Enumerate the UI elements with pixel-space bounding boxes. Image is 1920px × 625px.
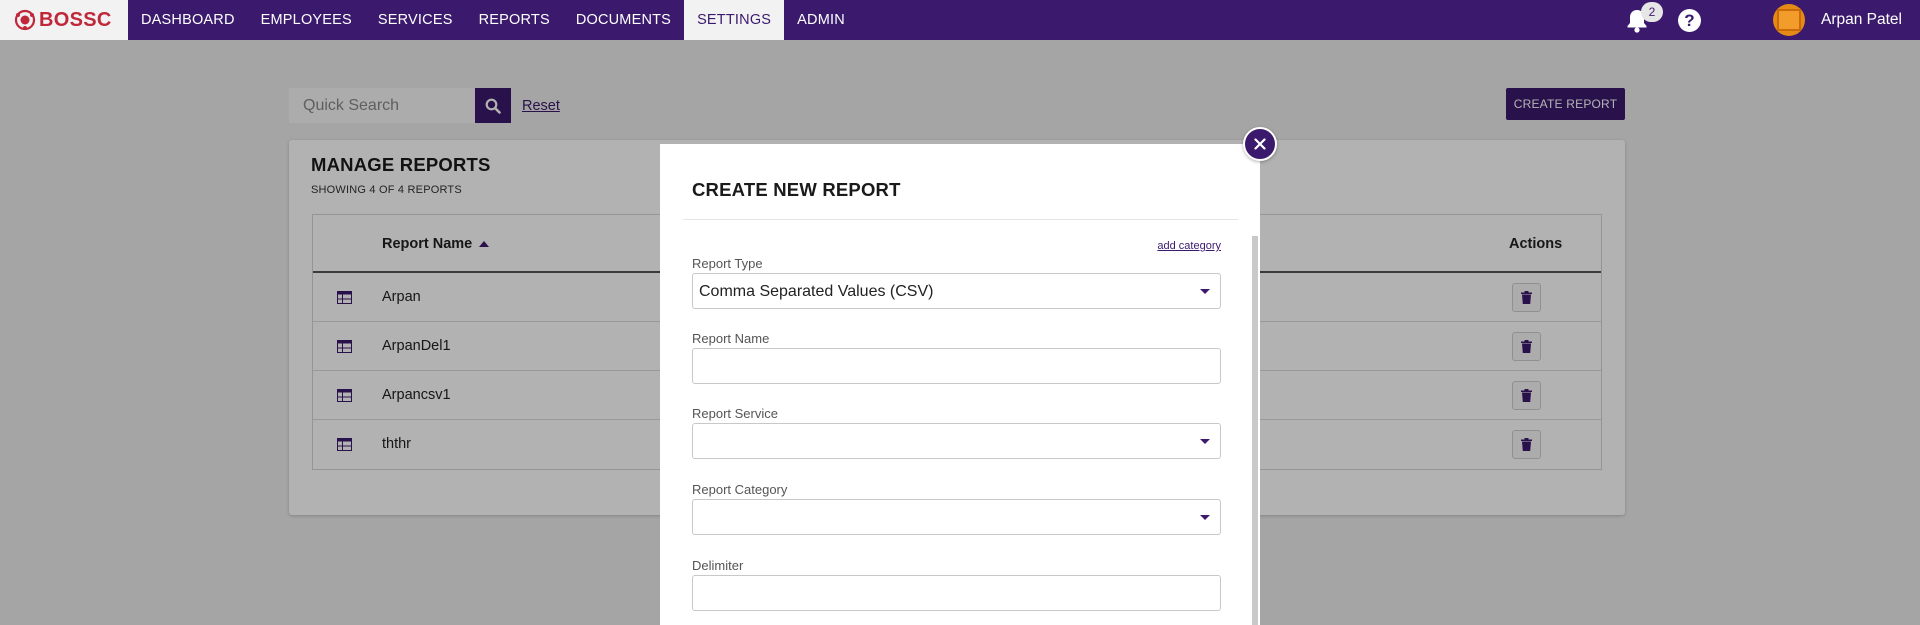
report-name-label: Report Name: [692, 331, 770, 346]
top-navbar: BOSSC DASHBOARD EMPLOYEES SERVICES REPOR…: [0, 0, 1920, 40]
report-service-select[interactable]: [692, 423, 1221, 459]
modal-scrollbar[interactable]: [1252, 236, 1258, 625]
brand-logo[interactable]: BOSSC: [0, 0, 128, 40]
add-category-link[interactable]: add category: [1157, 240, 1221, 252]
report-name-field[interactable]: [692, 348, 1221, 384]
nav-item-dashboard[interactable]: DASHBOARD: [128, 0, 248, 40]
brand-name: BOSSC: [39, 8, 112, 31]
chevron-down-icon: [1200, 515, 1210, 520]
report-type-value: Comma Separated Values (CSV): [699, 283, 934, 300]
nav-item-settings[interactable]: SETTINGS: [684, 0, 785, 40]
notification-count-badge: 2: [1641, 2, 1663, 22]
main-nav: DASHBOARD EMPLOYEES SERVICES REPORTS DOC…: [128, 0, 858, 40]
modal-title: CREATE NEW REPORT: [692, 179, 901, 200]
user-name[interactable]: Arpan Patel: [1821, 11, 1902, 29]
delimiter-label: Delimiter: [692, 558, 744, 573]
report-service-label: Report Service: [692, 406, 778, 421]
modal-divider: [683, 219, 1238, 220]
close-icon: [1254, 138, 1266, 150]
nav-item-employees[interactable]: EMPLOYEES: [248, 0, 365, 40]
avatar[interactable]: [1773, 4, 1805, 36]
notifications-button[interactable]: 2: [1625, 2, 1663, 34]
report-type-select[interactable]: Comma Separated Values (CSV): [692, 273, 1221, 309]
report-category-label: Report Category: [692, 482, 788, 497]
create-report-modal: CREATE NEW REPORT add category Report Ty…: [660, 144, 1260, 625]
help-button[interactable]: ?: [1678, 9, 1701, 32]
brand-logo-icon: [14, 9, 36, 31]
delimiter-field[interactable]: [692, 575, 1221, 611]
nav-item-services[interactable]: SERVICES: [365, 0, 466, 40]
report-type-label: Report Type: [692, 256, 763, 271]
nav-item-admin[interactable]: ADMIN: [784, 0, 858, 40]
chevron-down-icon: [1200, 289, 1210, 294]
close-modal-button[interactable]: [1243, 127, 1277, 161]
nav-item-reports[interactable]: REPORTS: [466, 0, 563, 40]
chevron-down-icon: [1200, 439, 1210, 444]
nav-item-documents[interactable]: DOCUMENTS: [563, 0, 684, 40]
report-category-select[interactable]: [692, 499, 1221, 535]
question-circle-icon: ?: [1684, 10, 1695, 30]
avatar-image: [1777, 9, 1801, 31]
